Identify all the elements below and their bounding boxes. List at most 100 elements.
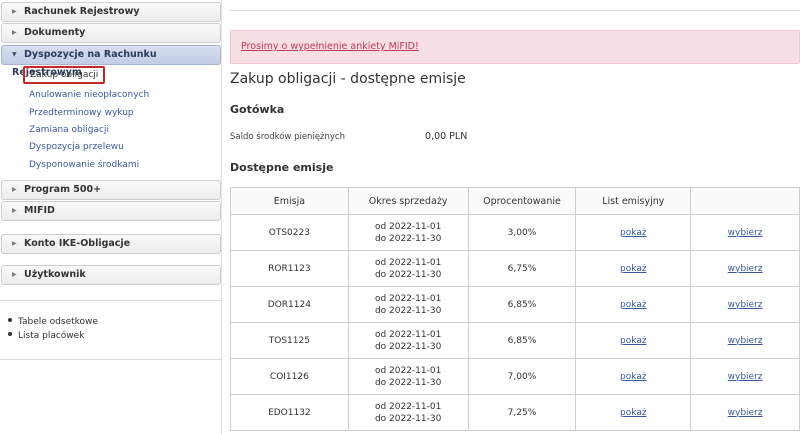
table-row: OTS0223 od 2022-11-01 do 2022-11-30 3,00%… [230, 214, 800, 251]
period-from: od 2022-11-01 [374, 257, 442, 268]
chevron-down-icon: ▼ [12, 51, 17, 58]
top-divider [230, 10, 800, 11]
sidebar-section-mifid[interactable]: ▶ MIFID [1, 201, 221, 221]
cell-okres: od 2022-11-01 do 2022-11-30 [347, 286, 469, 323]
cell-list: pokaż [575, 322, 692, 359]
sidebar-link-tabele-odsetkowe[interactable]: Tabele odsetkowe [8, 317, 98, 327]
table-row: TOS1125 od 2022-11-01 do 2022-11-30 6,85%… [230, 322, 800, 359]
show-prospectus-link[interactable]: pokaż [620, 228, 647, 238]
cell-list: pokaż [575, 286, 692, 323]
table-header-row: Emisja Okres sprzedaży Oprocentowanie Li… [230, 187, 800, 215]
sidebar-item-dyspozycja-przelewu[interactable]: Dyspozycja przelewu [29, 142, 124, 152]
sidebar-section-uzytkownik[interactable]: ▶ Użytkownik [1, 265, 221, 285]
cell-rate: 6,85% [467, 322, 577, 359]
chevron-right-icon: ▶ [12, 186, 17, 193]
sidebar-link-label: Lista placówek [18, 331, 85, 341]
main-content: Prosimy o wypełnienie ankiety MiFID! Zak… [230, 0, 800, 434]
cell-rate: 7,00% [467, 358, 577, 395]
show-prospectus-link[interactable]: pokaż [620, 300, 647, 310]
page-title: Zakup obligacji - dostępne emisje [230, 71, 466, 87]
cell-action: wybierz [690, 286, 800, 323]
sidebar-item-przedterminowy-wykup[interactable]: Przedterminowy wykup [29, 108, 134, 118]
show-prospectus-link[interactable]: pokaż [620, 408, 647, 418]
table-row: DOR1124 od 2022-11-01 do 2022-11-30 6,85%… [230, 286, 800, 323]
cell-emisja: TOS1125 [230, 322, 349, 359]
sidebar-item-zakup-obligacji[interactable]: Zakup obligacji [23, 66, 106, 84]
cell-okres: od 2022-11-01 do 2022-11-30 [347, 250, 469, 287]
show-prospectus-link[interactable]: pokaż [620, 264, 647, 274]
issues-heading: Dostępne emisje [230, 161, 334, 174]
cell-list: pokaż [575, 394, 692, 431]
sidebar-section-konto-ike[interactable]: ▶ Konto IKE-Obligacje [1, 234, 221, 254]
sidebar-section-dokumenty[interactable]: ▶ Dokumenty [1, 23, 221, 43]
mifid-alert[interactable]: Prosimy o wypełnienie ankiety MiFID! [230, 30, 800, 64]
select-issue-link[interactable]: wybierz [728, 264, 763, 274]
cell-action: wybierz [690, 250, 800, 287]
select-issue-link[interactable]: wybierz [728, 300, 763, 310]
sidebar-section-rachunek-rejestrowy[interactable]: ▶ Rachunek Rejestrowy [1, 2, 221, 22]
sidebar-item-dysponowanie-srodkami[interactable]: Dysponowanie środkami [29, 160, 139, 170]
period-to: do 2022-11-30 [374, 341, 442, 352]
column-header-oprocentowanie: Oprocentowanie [467, 187, 577, 215]
sidebar-section-label: Dokumenty [24, 27, 86, 38]
cell-rate: 3,00% [467, 214, 577, 251]
sidebar-section-label: Program 500+ [24, 184, 102, 195]
table-row: ROR1123 od 2022-11-01 do 2022-11-30 6,75%… [230, 250, 800, 287]
cash-balance-label: Saldo środków pieniężnych [230, 132, 345, 142]
cell-rate: 6,85% [467, 286, 577, 323]
sidebar-divider [0, 359, 222, 360]
column-header-action [690, 187, 800, 215]
period-from: od 2022-11-01 [374, 401, 442, 412]
chevron-right-icon: ▶ [12, 207, 17, 214]
sidebar-section-label: Użytkownik [24, 269, 86, 280]
cell-emisja: EDO1132 [230, 394, 349, 431]
show-prospectus-link[interactable]: pokaż [620, 372, 647, 382]
select-issue-link[interactable]: wybierz [728, 408, 763, 418]
select-issue-link[interactable]: wybierz [728, 228, 763, 238]
sidebar-link-label: Tabele odsetkowe [18, 317, 98, 327]
cell-okres: od 2022-11-01 do 2022-11-30 [347, 214, 469, 251]
period-from: od 2022-11-01 [374, 293, 442, 304]
sidebar-item-zamiana-obligacji[interactable]: Zamiana obligacji [29, 125, 109, 135]
chevron-right-icon: ▶ [12, 8, 17, 15]
cash-heading: Gotówka [230, 103, 285, 116]
period-to: do 2022-11-30 [374, 305, 442, 316]
chevron-right-icon: ▶ [12, 271, 17, 278]
period-to: do 2022-11-30 [374, 233, 442, 244]
cell-action: wybierz [690, 358, 800, 395]
column-header-emisja: Emisja [230, 187, 349, 215]
mifid-alert-link[interactable]: Prosimy o wypełnienie ankiety MiFID! [241, 41, 419, 52]
period-from: od 2022-11-01 [374, 221, 442, 232]
period-from: od 2022-11-01 [374, 329, 442, 340]
column-header-okres: Okres sprzedaży [347, 187, 469, 215]
cell-list: pokaż [575, 250, 692, 287]
period-to: do 2022-11-30 [374, 269, 442, 280]
cell-emisja: ROR1123 [230, 250, 349, 287]
sidebar-link-lista-placowek[interactable]: Lista placówek [8, 331, 84, 341]
cell-okres: od 2022-11-01 do 2022-11-30 [347, 394, 469, 431]
show-prospectus-link[interactable]: pokaż [620, 336, 647, 346]
table-row: COI1126 od 2022-11-01 do 2022-11-30 7,00%… [230, 358, 800, 395]
sidebar-section-label: Rachunek Rejestrowy [24, 6, 140, 17]
sidebar-section-program-500[interactable]: ▶ Program 500+ [1, 180, 221, 200]
cell-action: wybierz [690, 322, 800, 359]
period-to: do 2022-11-30 [374, 413, 442, 424]
select-issue-link[interactable]: wybierz [728, 336, 763, 346]
cell-rate: 6,75% [467, 250, 577, 287]
cell-emisja: DOR1124 [230, 286, 349, 323]
cash-balance-value: 0,00 PLN [425, 131, 468, 142]
column-header-list-emisyjny: List emisyjny [575, 187, 692, 215]
cell-okres: od 2022-11-01 do 2022-11-30 [347, 358, 469, 395]
select-issue-link[interactable]: wybierz [728, 372, 763, 382]
cell-emisja: OTS0223 [230, 214, 349, 251]
cell-list: pokaż [575, 358, 692, 395]
cell-emisja: COI1126 [230, 358, 349, 395]
sidebar-divider [0, 300, 222, 301]
issues-table: Emisja Okres sprzedaży Oprocentowanie Li… [230, 187, 800, 431]
sidebar-section-dyspozycje[interactable]: ▼ Dyspozycje na Rachunku Rejestrowym [1, 45, 221, 78]
cell-action: wybierz [690, 214, 800, 251]
sidebar-section-label: MIFID [24, 205, 55, 216]
period-to: do 2022-11-30 [374, 377, 442, 388]
sidebar-item-anulowanie[interactable]: Anulowanie nieopłaconych [29, 90, 149, 100]
table-row: EDO1132 od 2022-11-01 do 2022-11-30 7,25%… [230, 394, 800, 431]
